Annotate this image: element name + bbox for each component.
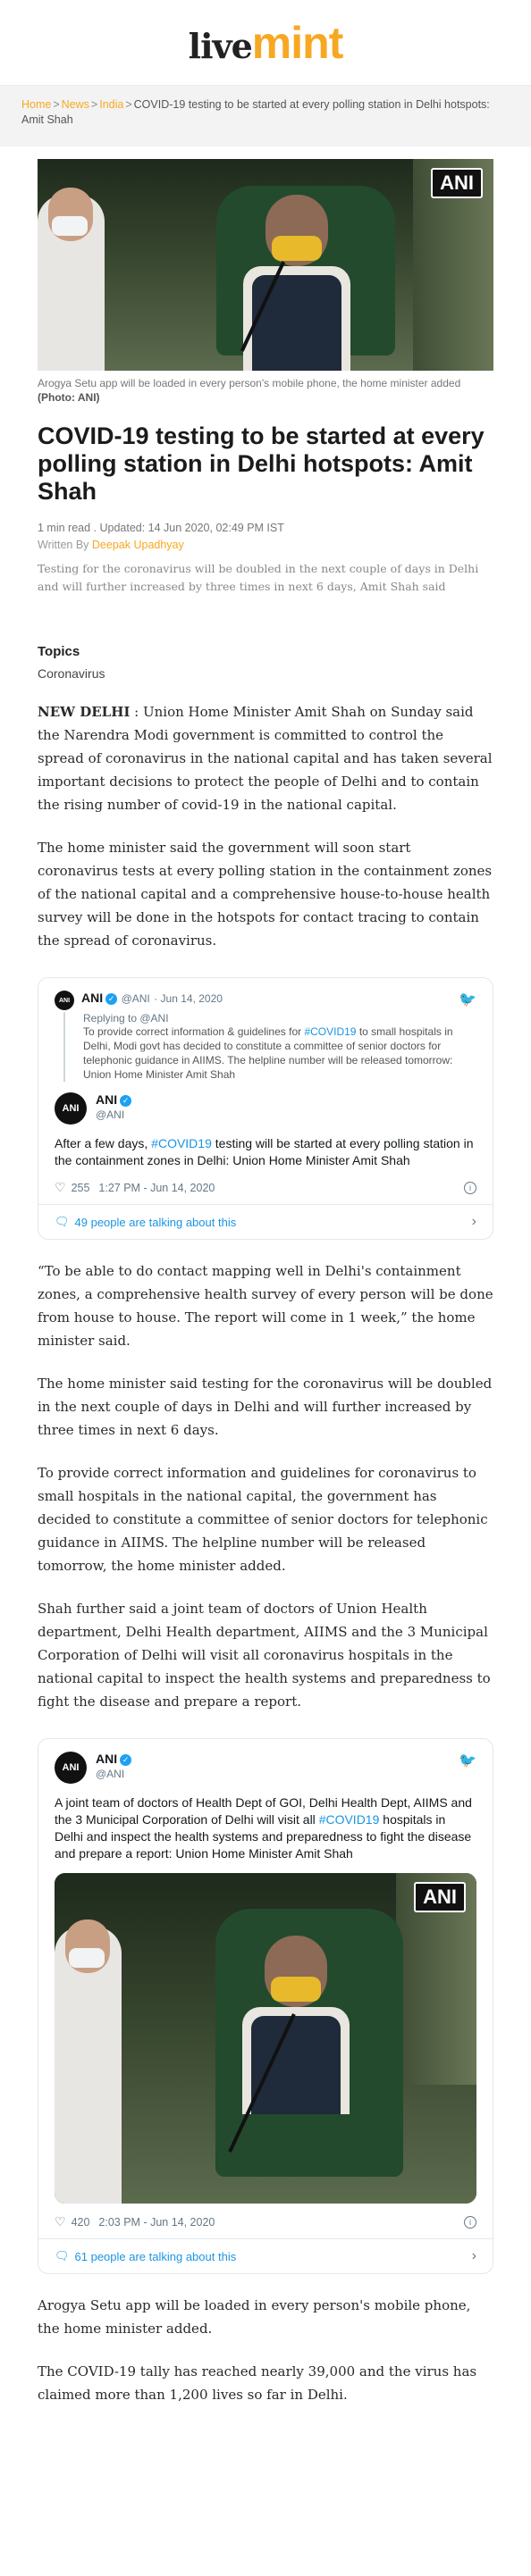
body-paragraph: The home minister said the government wi… <box>38 840 493 949</box>
quoted-author-handle[interactable]: @ANI <box>122 992 150 1005</box>
breadcrumb-separator: > <box>90 98 98 111</box>
tweet-author: ANI ✓ @ANI <box>96 1092 132 1121</box>
replying-to[interactable]: Replying to @ANI <box>83 1012 476 1025</box>
caption-text: Arogya Setu app will be loaded in every … <box>38 377 461 389</box>
photo-main-person <box>216 195 368 371</box>
tweet-text: After a few days, #COVID19 testing will … <box>55 1135 476 1169</box>
body-paragraph: “To be able to do contact mapping well i… <box>38 1263 493 1349</box>
info-icon[interactable]: i <box>464 1181 476 1194</box>
breadcrumb-home[interactable]: Home <box>21 98 51 111</box>
verified-icon: ✓ <box>105 993 118 1005</box>
article-summary: Testing for the coronavirus will be doub… <box>38 562 479 593</box>
tweet-stats: ♡ 420 2:03 PM - Jun 14, 2020 i <box>55 2214 476 2238</box>
verified-icon: ✓ <box>120 1754 132 1766</box>
ani-avatar-icon[interactable]: ANI <box>55 1092 87 1125</box>
ani-avatar-icon[interactable]: ANI <box>55 991 74 1010</box>
tweet-text-part: After a few days, <box>55 1136 152 1150</box>
body-paragraph: Arogya Setu app will be loaded in every … <box>38 2297 471 2337</box>
breadcrumb-news[interactable]: News <box>62 98 89 111</box>
ani-watermark: ANI <box>414 1882 466 1912</box>
chevron-right-icon: › <box>471 2248 476 2263</box>
breadcrumb-separator: > <box>53 98 60 111</box>
breadcrumb-india[interactable]: India <box>99 98 123 111</box>
hashtag-link[interactable]: #COVID19 <box>319 1812 380 1827</box>
body-paragraph: The COVID-19 tally has reached nearly 39… <box>38 2363 477 2403</box>
breadcrumb-separator: > <box>125 98 132 111</box>
verified-icon: ✓ <box>120 1095 132 1107</box>
body-paragraph: To provide correct information and guide… <box>38 1465 488 1574</box>
quoted-tweet-header: ANI ANI ✓ @ANI · Jun 14, 2020 🐦 <box>55 991 476 1010</box>
like-count: 420 <box>71 2215 90 2229</box>
ani-watermark: ANI <box>431 168 483 198</box>
logo-live: live <box>188 25 253 66</box>
twitter-bird-icon[interactable]: 🐦 <box>459 991 476 1008</box>
hero-image[interactable]: ANI <box>38 159 493 371</box>
talking-about-text: 49 people are talking about this <box>74 1215 237 1229</box>
tweet-text: A joint team of doctors of Health Dept o… <box>55 1794 476 1862</box>
byline-prefix: Written By <box>38 539 89 551</box>
info-icon[interactable]: i <box>464 2215 476 2229</box>
image-caption: Arogya Setu app will be loaded in every … <box>38 376 493 405</box>
twitter-bird-icon[interactable]: 🐦 <box>459 1752 476 1769</box>
article-meta: 1 min read . Updated: 14 Jun 2020, 02:49… <box>38 522 284 534</box>
site-header: live mint <box>0 0 531 86</box>
comment-bubble-icon: 🗨 <box>55 1215 70 1228</box>
talking-about-link[interactable]: 🗨 49 people are talking about this › <box>38 1204 493 1239</box>
author-name[interactable]: ANI <box>96 1092 117 1107</box>
photo-person-left <box>55 1919 122 2204</box>
tweet-author: ANI ✓ @ANI <box>96 1752 132 1780</box>
ani-avatar-icon[interactable]: ANI <box>55 1752 87 1784</box>
article-byline: Written By Deepak Upadhyay <box>38 539 493 551</box>
author-name[interactable]: ANI <box>96 1752 117 1766</box>
page: live mint Home > News > India > COVID-19 testin… <box>0 0 531 2576</box>
tweet-time[interactable]: 2:03 PM - Jun 14, 2020 <box>98 2216 215 2229</box>
talking-about-text: 61 people are talking about this <box>74 2249 237 2263</box>
topics-heading: Topics <box>38 644 80 659</box>
caption-credit: (Photo: ANI) <box>38 391 100 404</box>
chevron-right-icon: › <box>471 1214 476 1229</box>
article-content: ANI Arogya Setu app will be loaded in ev… <box>0 159 531 2406</box>
photo-person-left <box>38 188 105 371</box>
comment-bubble-icon: 🗨 <box>55 2249 70 2262</box>
quoted-tweet-author: ANI ✓ @ANI · Jun 14, 2020 <box>81 991 223 1007</box>
breadcrumb: Home > News > India > COVID-19 testing to be s… <box>0 86 531 146</box>
reply-thread-line: Replying to @ANI To provide correct info… <box>63 1012 476 1082</box>
quoted-tweet-text: To provide correct information & guideli… <box>83 1025 476 1082</box>
body-paragraph: Shah further said a joint team of doctor… <box>38 1601 491 1710</box>
embedded-tweet-2[interactable]: ANI ANI ✓ @ANI 🐦 A joint team of doctors … <box>38 1738 493 2274</box>
author-handle[interactable]: @ANI <box>96 1768 131 1780</box>
dateline: NEW DELHI <box>38 704 131 720</box>
talking-about-link[interactable]: 🗨 61 people are talking about this › <box>38 2238 493 2273</box>
topic-tag-coronavirus[interactable]: Coronavirus <box>38 666 493 681</box>
tweet-image[interactable]: ANI <box>55 1873 476 2204</box>
like-count: 255 <box>71 1181 90 1194</box>
tweet-text-part: To provide correct information & guideli… <box>83 1025 305 1038</box>
hashtag-link[interactable]: #COVID19 <box>304 1025 356 1038</box>
heart-icon[interactable]: ♡ <box>55 2214 66 2229</box>
author-handle[interactable]: @ANI <box>96 1108 131 1121</box>
quoted-tweet-date[interactable]: · Jun 14, 2020 <box>154 992 223 1005</box>
embedded-tweet-1[interactable]: ANI ANI ✓ @ANI · Jun 14, 2020 🐦 Replying … <box>38 977 493 1240</box>
body-paragraph: The home minister said testing for the c… <box>38 1376 493 1438</box>
livemint-logo[interactable]: live mint <box>188 17 344 69</box>
photo-main-person <box>215 1936 367 2114</box>
tweet-time[interactable]: 1:27 PM - Jun 14, 2020 <box>98 1182 215 1194</box>
paragraph-text: : Union Home Minister Amit Shah on Sunda… <box>38 704 493 813</box>
tweet-header: ANI ANI ✓ @ANI <box>55 1092 476 1125</box>
article-title: COVID-19 testing to be started at every … <box>38 422 485 505</box>
heart-icon[interactable]: ♡ <box>55 1180 66 1195</box>
quoted-author-name[interactable]: ANI <box>81 991 103 1005</box>
body-paragraph: NEW DELHI : Union Home Minister Amit Sha… <box>38 700 493 816</box>
tweet-stats: ♡ 255 1:27 PM - Jun 14, 2020 i <box>55 1180 476 1204</box>
logo-mint: mint <box>251 17 344 68</box>
author-link[interactable]: Deepak Upadhyay <box>92 539 184 551</box>
tweet-header: ANI ANI ✓ @ANI 🐦 <box>55 1752 476 1784</box>
hashtag-link[interactable]: #COVID19 <box>151 1136 212 1150</box>
